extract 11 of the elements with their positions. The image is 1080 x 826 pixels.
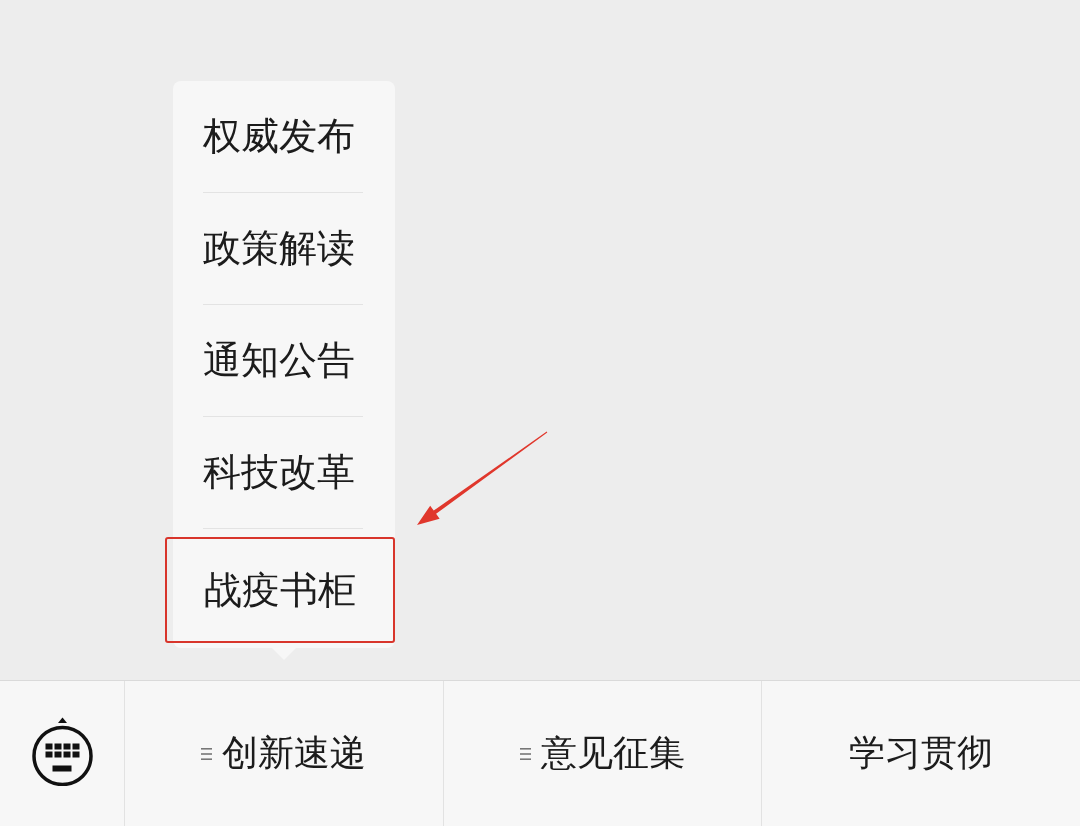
submenu-item[interactable]: 科技改革: [202, 417, 363, 528]
list-icon: [520, 747, 531, 760]
menu-tab[interactable]: 学习贯彻: [762, 681, 1080, 826]
keyboard-icon: [31, 716, 93, 787]
menu-tab[interactable]: 意见征集: [443, 681, 762, 826]
submenu-item[interactable]: 政策解读: [202, 193, 363, 304]
submenu-item[interactable]: 权威发布: [202, 81, 363, 192]
menu-tab[interactable]: 创新速递: [125, 681, 443, 826]
submenu-item[interactable]: 战疫书柜: [164, 537, 395, 643]
list-icon: [201, 747, 213, 760]
submenu-item[interactable]: 通知公告: [202, 305, 363, 416]
